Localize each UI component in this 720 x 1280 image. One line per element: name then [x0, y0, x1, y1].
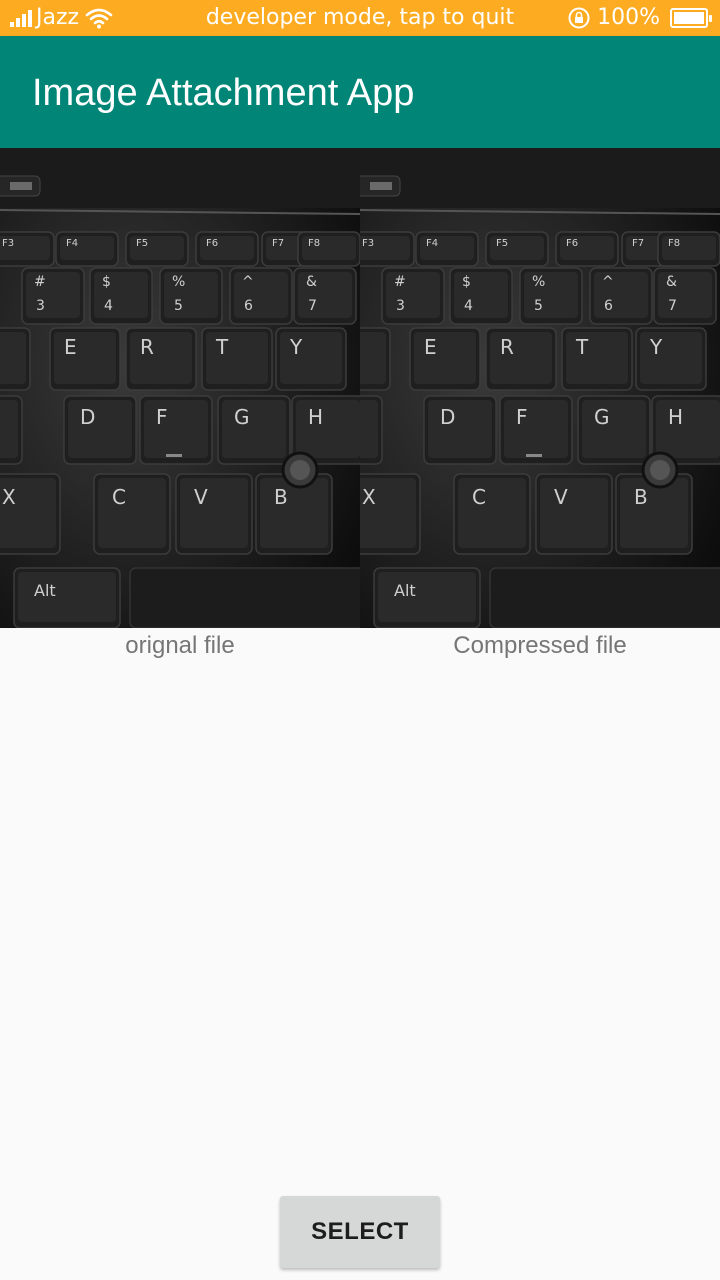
original-key-label: F5 [136, 238, 148, 249]
compressed-key-label: & [666, 274, 677, 290]
app-title: Image Attachment App [32, 72, 415, 114]
original-keyboard-photo: F3F4F5F6F7F8#$%^&34567WERTYSDFGHXCVBAlt [0, 148, 360, 628]
status-bar: Jazz developer mode, tap to quit 100% [0, 0, 720, 36]
original-key-label: X [2, 485, 16, 509]
original-key-label: G [234, 405, 250, 429]
compressed-key-label: F3 [362, 238, 374, 249]
compressed-image: F3F4F5F6F7F8#$%^&34567WERTYSDFGHXCVBAlt [360, 148, 720, 628]
image-captions: orignal file Compressed file [0, 630, 720, 660]
original-key-label: F4 [66, 238, 78, 249]
compressed-key-label: F [516, 405, 528, 429]
compressed-key-label: 7 [668, 298, 677, 314]
original-key-label: Y [289, 335, 303, 359]
original-key-label: 7 [308, 298, 317, 314]
original-key-label: T [215, 335, 229, 359]
original-key-label: 5 [174, 298, 183, 314]
original-image: F3F4F5F6F7F8#$%^&34567WERTYSDFGHXCVBAlt [0, 148, 360, 628]
original-key-label: F3 [2, 238, 14, 249]
compressed-key-label: R [500, 335, 514, 359]
original-key-label: % [172, 274, 185, 290]
compressed-key-label: Alt [394, 581, 416, 600]
compressed-key-label: V [554, 485, 568, 509]
compressed-key-label: T [575, 335, 589, 359]
original-key-label: H [308, 405, 323, 429]
battery-icon [670, 7, 712, 28]
original-key-label: R [140, 335, 154, 359]
compressed-key-label: 3 [396, 298, 405, 314]
compressed-key-label: F6 [566, 238, 578, 249]
compressed-key-label: # [394, 274, 406, 290]
compressed-key-label: 5 [534, 298, 543, 314]
original-key-label: 6 [244, 298, 253, 314]
compressed-key-label: C [472, 485, 486, 509]
original-key-label: 3 [36, 298, 45, 314]
compressed-key-label: F8 [668, 238, 680, 249]
original-key-label: F6 [206, 238, 218, 249]
compressed-keyboard-photo: F3F4F5F6F7F8#$%^&34567WERTYSDFGHXCVBAlt [360, 148, 720, 628]
compressed-key-label: Y [649, 335, 663, 359]
status-right: 100% [567, 5, 712, 30]
original-key-label: 4 [104, 298, 113, 314]
original-key-label: F8 [308, 238, 320, 249]
compressed-key-label: X [362, 485, 376, 509]
original-key-label: F7 [272, 238, 284, 249]
original-key-label: $ [102, 274, 111, 290]
original-key-label: E [64, 335, 77, 359]
original-key-label: & [306, 274, 317, 290]
original-key-label: ^ [242, 274, 254, 290]
original-key-label: # [34, 274, 46, 290]
image-comparison: F3F4F5F6F7F8#$%^&34567WERTYSDFGHXCVBAlt … [0, 148, 720, 628]
original-key-label: D [80, 405, 95, 429]
compressed-key-label: H [668, 405, 683, 429]
compressed-key-label: E [424, 335, 437, 359]
app-bar: Image Attachment App [0, 36, 720, 148]
original-key-label: V [194, 485, 208, 509]
original-key-label: C [112, 485, 126, 509]
compressed-key-label: F4 [426, 238, 438, 249]
original-key-label: F [156, 405, 168, 429]
original-key-label: B [274, 485, 288, 509]
rotation-lock-icon [568, 7, 590, 28]
compressed-key-label: 4 [464, 298, 473, 314]
original-file-label: orignal file [125, 632, 235, 659]
compressed-key-label: F7 [632, 238, 644, 249]
compressed-key-label: % [532, 274, 545, 290]
compressed-key-label: ^ [602, 274, 614, 290]
compressed-key-label: 6 [604, 298, 613, 314]
compressed-file-label: Compressed file [453, 632, 627, 659]
compressed-key-label: B [634, 485, 648, 509]
compressed-key-label: D [440, 405, 455, 429]
select-button[interactable]: SELECT [280, 1196, 440, 1268]
battery-percent: 100% [597, 5, 660, 30]
compressed-key-label: $ [462, 274, 471, 290]
compressed-key-label: F5 [496, 238, 508, 249]
original-key-label: Alt [34, 581, 56, 600]
compressed-key-label: G [594, 405, 610, 429]
